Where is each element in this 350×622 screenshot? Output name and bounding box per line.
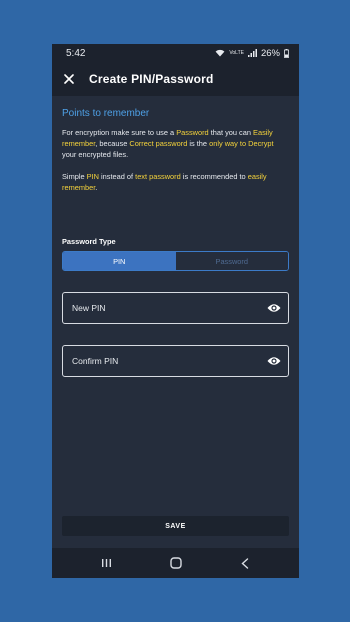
segment-pin[interactable]: PIN [63, 252, 176, 270]
new-pin-placeholder: New PIN [72, 303, 106, 313]
note-highlight: PIN [86, 172, 99, 181]
page-title: Create PIN/Password [89, 72, 214, 86]
status-bar: 5:42 VoLTE 26% [52, 44, 299, 62]
points-title: Points to remember [62, 108, 150, 119]
note-text: For encryption make sure to use a [62, 128, 177, 137]
app-bar: Create PIN/Password [52, 62, 299, 96]
wifi-icon [215, 49, 225, 57]
battery-percent: 26% [260, 47, 280, 59]
note-paragraph-1: For encryption make sure to use a Passwo… [62, 127, 289, 160]
new-pin-field[interactable]: New PIN [62, 292, 289, 324]
note-text: . [95, 183, 98, 192]
recents-icon[interactable] [92, 553, 122, 573]
note-highlight: only way to Decrypt [209, 139, 274, 148]
home-icon[interactable] [161, 553, 191, 573]
close-icon[interactable] [61, 71, 77, 87]
system-nav-bar [52, 548, 299, 578]
back-icon[interactable] [230, 553, 260, 573]
battery-icon [284, 48, 289, 58]
note-highlight: text password [135, 172, 181, 181]
note-highlight: Password [176, 128, 209, 137]
note-text: , because [95, 139, 130, 148]
network-type: VoLTE [229, 49, 244, 56]
segment-password[interactable]: Password [175, 252, 288, 270]
password-type-toggle: PIN Password [62, 251, 289, 271]
eye-icon[interactable] [267, 303, 281, 313]
note-highlight: Correct password [129, 139, 188, 148]
confirm-pin-field[interactable]: Confirm PIN [62, 345, 289, 377]
note-text: is the [187, 139, 210, 148]
note-text: instead of [98, 172, 136, 181]
password-type-label: Password Type [62, 237, 116, 246]
save-button[interactable]: SAVE [62, 516, 289, 536]
eye-icon[interactable] [267, 356, 281, 366]
note-text: is recommended to [180, 172, 248, 181]
content-area: Points to remember For encryption make s… [52, 108, 299, 377]
note-paragraph-2: Simple PIN instead of text password is r… [62, 171, 289, 193]
note-text: Simple [62, 172, 87, 181]
confirm-pin-placeholder: Confirm PIN [72, 356, 119, 366]
signal-icon [247, 49, 257, 57]
note-text: that you can [208, 128, 254, 137]
note-text: your encrypted files. [62, 150, 129, 159]
status-indicators: VoLTE 26% [215, 48, 289, 59]
phone-screen: 5:42 VoLTE 26% Create PIN/Password Point… [52, 44, 299, 578]
status-time: 5:42 [66, 47, 86, 59]
